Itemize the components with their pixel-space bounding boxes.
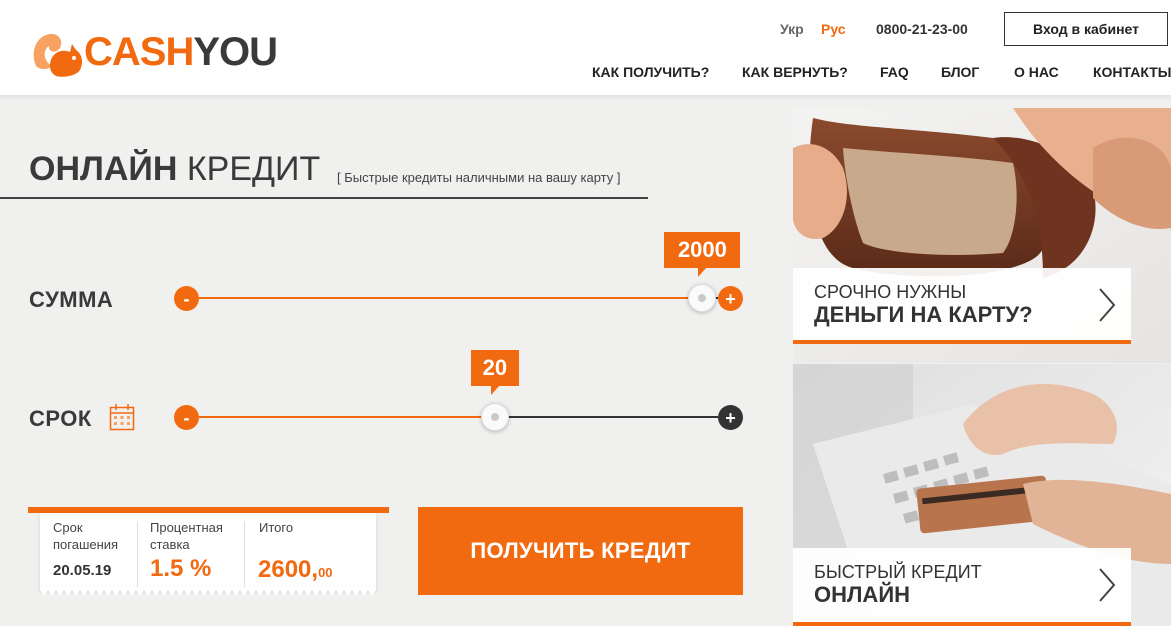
rate-label-1: Процентная <box>150 520 223 535</box>
term-plus-button[interactable]: + <box>718 405 743 430</box>
promo-card-line2: ОНЛАЙН <box>814 582 911 607</box>
receipt-divider <box>244 521 245 587</box>
promo-card-money-to-card[interactable]: СРОЧНО НУЖНЫ ДЕНЬГИ НА КАРТУ? <box>793 108 1171 363</box>
lang-ru-link[interactable]: Рус <box>821 21 846 37</box>
nav-about[interactable]: О НАС <box>1014 64 1059 80</box>
page-title: ОНЛАЙН КРЕДИТ <box>29 150 321 188</box>
amount-plus-button[interactable]: + <box>718 286 743 311</box>
phone-number[interactable]: 0800-21-23-00 <box>876 21 968 37</box>
term-label: СРОК <box>29 406 92 431</box>
receipt-divider <box>137 521 138 587</box>
nav-how-to-get[interactable]: КАК ПОЛУЧИТЬ? <box>592 64 709 80</box>
nav-contacts[interactable]: КОНТАКТЫ <box>1093 64 1171 80</box>
logo-text: CASHYOU <box>84 30 278 74</box>
promo-card-line2: ДЕНЬГИ НА КАРТУ? <box>814 302 1033 327</box>
nav-how-to-return[interactable]: КАК ВЕРНУТЬ? <box>742 64 848 80</box>
promo-card-line1: СРОЧНО НУЖНЫ <box>814 282 967 302</box>
term-slider-fill <box>199 416 495 418</box>
term-value-bubble: 20 <box>470 350 519 395</box>
promo-card-fast-credit[interactable]: БЫСТРЫЙ КРЕДИТ ОНЛАЙН <box>793 364 1171 626</box>
term-slider-rest <box>494 416 718 418</box>
get-credit-button[interactable]: ПОЛУЧИТЬ КРЕДИТ <box>418 507 743 595</box>
login-cabinet-button[interactable]: Вход в кабинет <box>1004 12 1168 46</box>
logo[interactable]: CASHYOU <box>28 22 278 82</box>
promo-card-panel[interactable]: БЫСТРЫЙ КРЕДИТ ОНЛАЙН <box>793 548 1131 626</box>
loan-summary-receipt: Срок погашения 20.05.19 Процентная ставк… <box>40 513 376 590</box>
squirrel-logo-icon <box>33 33 83 77</box>
nav-blog[interactable]: БЛОГ <box>941 64 979 80</box>
total-value: 2600,00 <box>258 556 333 583</box>
rate-value: 1.5 % <box>150 555 212 582</box>
chevron-right-icon[interactable] <box>1097 567 1117 603</box>
calendar-icon[interactable] <box>109 403 135 431</box>
amount-slider-handle[interactable] <box>688 284 717 312</box>
site-header: CASHYOU Укр Рус 0800-21-23-00 Вход в каб… <box>0 0 1171 95</box>
term-slider-handle[interactable] <box>480 403 509 431</box>
page-subtitle: [ Быстрые кредиты наличными на вашу карт… <box>337 170 621 185</box>
amount-label: СУММА <box>29 287 114 312</box>
promo-card-line1: БЫСТРЫЙ КРЕДИТ <box>814 562 982 582</box>
amount-value-bubble: 2000 <box>664 232 741 277</box>
total-label: Итого <box>259 520 294 535</box>
receipt-torn-edge <box>40 588 376 596</box>
chevron-right-icon[interactable] <box>1097 287 1117 323</box>
term-slider-track[interactable] <box>199 416 718 418</box>
promo-card-panel[interactable]: СРОЧНО НУЖНЫ ДЕНЬГИ НА КАРТУ? <box>793 268 1131 344</box>
lang-uk-link[interactable]: Укр <box>780 21 804 37</box>
due-date-label-1: Срок <box>53 520 83 535</box>
amount-slider-track[interactable] <box>199 297 718 299</box>
nav-faq[interactable]: FAQ <box>880 64 909 80</box>
amount-slider-fill <box>199 297 703 299</box>
title-underline <box>0 197 648 199</box>
amount-minus-button[interactable]: - <box>174 286 199 311</box>
due-date-label-2: погашения <box>53 537 119 552</box>
due-date-value: 20.05.19 <box>53 562 112 579</box>
term-minus-button[interactable]: - <box>174 405 199 430</box>
rate-label-2: ставка <box>150 537 190 552</box>
